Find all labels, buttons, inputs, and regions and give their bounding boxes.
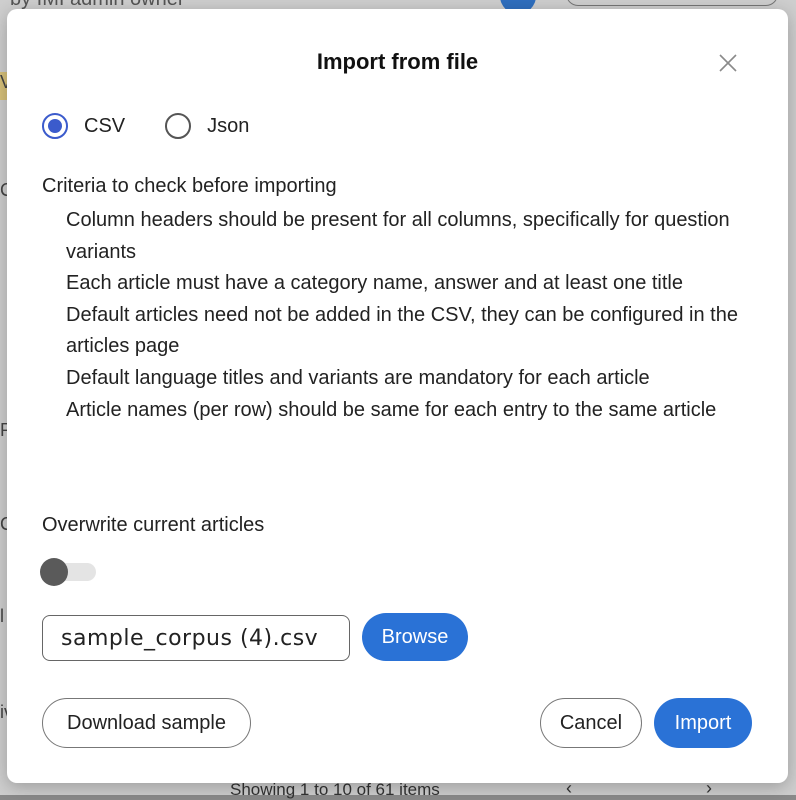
criteria-list: Column headers should be present for all… [66,205,746,426]
criteria-item: Column headers should be present for all… [66,209,730,263]
overwrite-toggle[interactable] [40,558,98,586]
radio-label-json: Json [207,114,250,137]
background-search-pill [566,0,778,6]
download-sample-button[interactable]: Download sample [42,698,251,748]
close-button[interactable] [715,50,741,76]
import-dialog: Import from file CSV Json Criteria to ch… [7,9,788,783]
radio-option-csv[interactable]: CSV [42,113,125,139]
criteria-item: Article names (per row) should be same f… [66,398,717,421]
radio-option-json[interactable]: Json [165,113,249,139]
radio-button-checked[interactable] [42,113,68,139]
radio-dot [48,119,62,133]
criteria-item: Default language titles and variants are… [66,366,650,389]
criteria-item: Each article must have a category name, … [66,272,684,295]
toggle-knob[interactable] [40,558,68,586]
background-letter: l [0,606,4,626]
cancel-button[interactable]: Cancel [540,698,642,748]
format-radio-group: CSV Json [42,113,249,139]
browse-button[interactable]: Browse [362,613,468,661]
criteria-heading: Criteria to check before importing [42,175,337,197]
dialog-title: Import from file [316,49,479,74]
criteria-item: Default articles need not be added in th… [66,303,738,358]
overwrite-label: Overwrite current articles [42,514,265,536]
file-name-field[interactable]: sample_corpus (4).csv [42,615,350,661]
background-pagination-text: Showing 1 to 10 of 61 items [230,780,440,799]
import-button[interactable]: Import [654,698,752,748]
radio-label-csv: CSV [84,114,126,137]
close-icon [719,54,737,72]
radio-button-unchecked[interactable] [165,113,192,139]
